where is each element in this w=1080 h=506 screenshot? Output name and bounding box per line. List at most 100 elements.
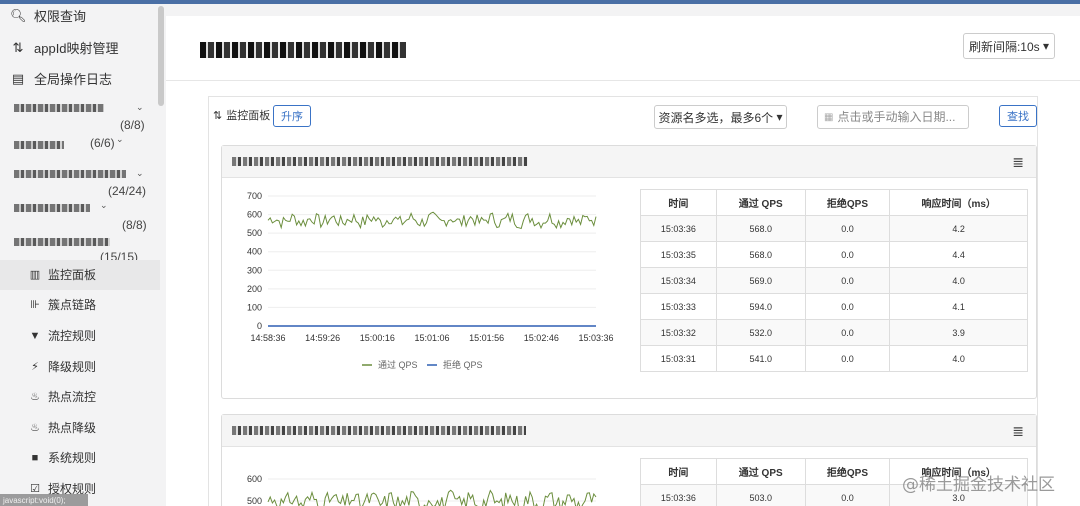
date-input-field[interactable] [837, 110, 966, 124]
sidebar-scrollbar[interactable] [158, 6, 164, 106]
sidebar-group-1[interactable]: ⌄ (8/8) [10, 100, 150, 132]
resource-multiselect[interactable]: 资源名多选，最多6个 ▾ [654, 105, 787, 129]
sub-item-label: 流控规则 [48, 329, 97, 343]
sub-item-cluster-link[interactable]: ⊪ 簇点链路 [28, 296, 96, 313]
table-cell: 0.0 [804, 267, 891, 294]
table-row: 15:03:33 594.0 0.0 4.1 [640, 293, 1028, 320]
lock-icon: ■ [31, 451, 39, 464]
sub-item-system-rule[interactable]: ■ 系统规则 [28, 449, 96, 466]
menu-icon[interactable]: ≣ [1012, 154, 1024, 171]
bolt-icon: ⚡︎ [31, 361, 39, 373]
sidebar-group-3[interactable]: ⌄ (24/24) [10, 166, 150, 198]
link-icon: ⊪ [30, 299, 40, 311]
group-count: (6/6) [90, 136, 115, 150]
table-cell: 4.1 [889, 293, 1028, 320]
table-cell: 594.0 [715, 293, 806, 320]
y-tick-label: 600 [247, 474, 262, 484]
group-count: (24/24) [108, 184, 147, 198]
nav-item-appid-mapping[interactable]: ⇅ appId映射管理 [10, 38, 119, 57]
table-cell: 0.0 [804, 484, 891, 506]
qps-line-chart: 0 100 200 300 400 500 600 700 14:58:36 14:59:26 15… [247, 191, 614, 370]
fire-icon: ♨ [30, 391, 40, 403]
bar-chart-icon: ▥ [29, 269, 41, 281]
resource-select-label: 资源名多选，最多6个 [658, 110, 774, 125]
y-tick-label: 500 [247, 496, 262, 506]
column-header: 时间 [640, 458, 717, 485]
table-cell: 532.0 [715, 319, 806, 346]
sub-item-label: 系统规则 [48, 451, 97, 465]
caret-down-icon: ▾ [1043, 39, 1050, 53]
y-tick-label: 700 [247, 191, 262, 201]
menu-icon[interactable]: ≣ [1012, 423, 1024, 440]
column-header: 响应时间（ms） [889, 189, 1028, 216]
x-tick-label: 14:59:26 [305, 333, 340, 343]
sidebar: 🔍︎ 权限查询 ⇅ appId映射管理 ▤ 全局操作日志 ⌄ (8/8) (6/… [0, 4, 166, 506]
table-cell: 503.0 [715, 484, 806, 506]
chevron-down-icon: ⌄ [136, 102, 144, 112]
table-row: 15:03:31 541.0 0.0 4.0 [640, 345, 1028, 372]
sub-item-hot-flow[interactable]: ♨ 热点流控 [28, 388, 96, 405]
nav-item-global-log[interactable]: ▤ 全局操作日志 [10, 69, 112, 88]
table-cell: 0.0 [804, 241, 891, 268]
nav-item-label: 权限查询 [34, 9, 87, 24]
sub-item-flow-rule[interactable]: ▼ 流控规则 [28, 327, 96, 344]
y-tick-label: 100 [247, 302, 262, 312]
refresh-interval-label: 刷新间隔:10s [968, 39, 1040, 54]
filter-icon: ▼ [29, 329, 41, 342]
sub-item-label: 热点降级 [48, 421, 97, 435]
sidebar-group-2[interactable]: (6/6) ⌄ [10, 132, 150, 162]
header-divider [166, 80, 1080, 81]
sub-item-label: 热点流控 [48, 390, 97, 404]
column-header: 时间 [640, 189, 717, 216]
sub-item-monitor[interactable]: ▥ 监控面板 [28, 266, 96, 283]
sub-item-hot-degrade[interactable]: ♨ 热点降级 [28, 419, 96, 436]
y-tick-label: 0 [257, 321, 262, 331]
sub-item-label: 监控面板 [48, 268, 97, 282]
group-name-redacted [14, 104, 104, 112]
group-count: (8/8) [122, 218, 147, 232]
group-name-redacted [14, 204, 90, 212]
resource-name-redacted [232, 157, 528, 166]
column-header: 拒绝QPS [804, 458, 891, 485]
panel-heading: ⇅ 监控面板 [213, 107, 270, 123]
main-content: 刷新间隔:10s ▾ ⇅ 监控面板 升序 资源名多选，最多6个 ▾ ▦ 查找 ≣… [166, 16, 1080, 506]
table-cell: 568.0 [715, 215, 806, 242]
table-row: 15:03:34 569.0 0.0 4.0 [640, 267, 1028, 294]
search-button[interactable]: 查找 [999, 105, 1037, 127]
table-row: 15:03:32 532.0 0.0 3.9 [640, 319, 1028, 346]
sort-asc-button[interactable]: 升序 [273, 105, 311, 127]
sub-item-label: 降级规则 [48, 360, 97, 374]
table-cell: 541.0 [715, 345, 806, 372]
fire-icon: ♨ [30, 422, 40, 434]
nav-item-label: appId映射管理 [34, 41, 119, 56]
table-cell: 0.0 [804, 345, 891, 372]
search-icon: 🔍︎ [10, 7, 27, 23]
table-cell: 15:03:32 [640, 319, 717, 346]
status-bar-url: javascript:void(0); [0, 494, 88, 506]
y-tick-label: 500 [247, 228, 262, 238]
resource-card-1: ≣ 0 100 200 300 400 500 600 700 14:58:36 14:59:26… [221, 145, 1037, 399]
table-row: 15:03:35 568.0 0.0 4.4 [640, 241, 1028, 268]
x-tick-label: 15:00:16 [360, 333, 395, 343]
sub-item-degrade-rule[interactable]: ⚡︎ 降级规则 [28, 358, 96, 375]
table-cell: 4.4 [889, 241, 1028, 268]
chevron-down-icon: ⌄ [116, 134, 124, 144]
y-tick-label: 600 [247, 210, 262, 220]
sub-item-label: 簇点链路 [48, 298, 97, 312]
x-tick-label: 15:01:56 [469, 333, 504, 343]
caret-down-icon: ▾ [776, 110, 783, 124]
table-cell: 4.2 [889, 215, 1028, 242]
list-icon: ▤ [11, 70, 25, 86]
sidebar-group-4[interactable]: ⌄ (8/8) [10, 200, 150, 232]
chevron-down-icon: ⌄ [136, 168, 144, 178]
column-header: 通过 QPS [715, 189, 806, 216]
monitor-panel: ⇅ 监控面板 升序 资源名多选，最多6个 ▾ ▦ 查找 ≣ 0 100 200 300… [208, 96, 1038, 506]
qps-table: 时间 通过 QPS 拒绝QPS 响应时间（ms） 15:03:36 568.0 0.… [640, 189, 1028, 372]
card-header: ≣ [222, 146, 1036, 178]
refresh-interval-dropdown[interactable]: 刷新间隔:10s ▾ [963, 33, 1055, 59]
date-input[interactable]: ▦ [817, 105, 969, 129]
card-header: ≣ [222, 415, 1036, 447]
table-row: 15:03:36 568.0 0.0 4.2 [640, 215, 1028, 242]
nav-item-permission-query[interactable]: 🔍︎ 权限查询 [10, 6, 86, 25]
table-cell: 0.0 [804, 215, 891, 242]
